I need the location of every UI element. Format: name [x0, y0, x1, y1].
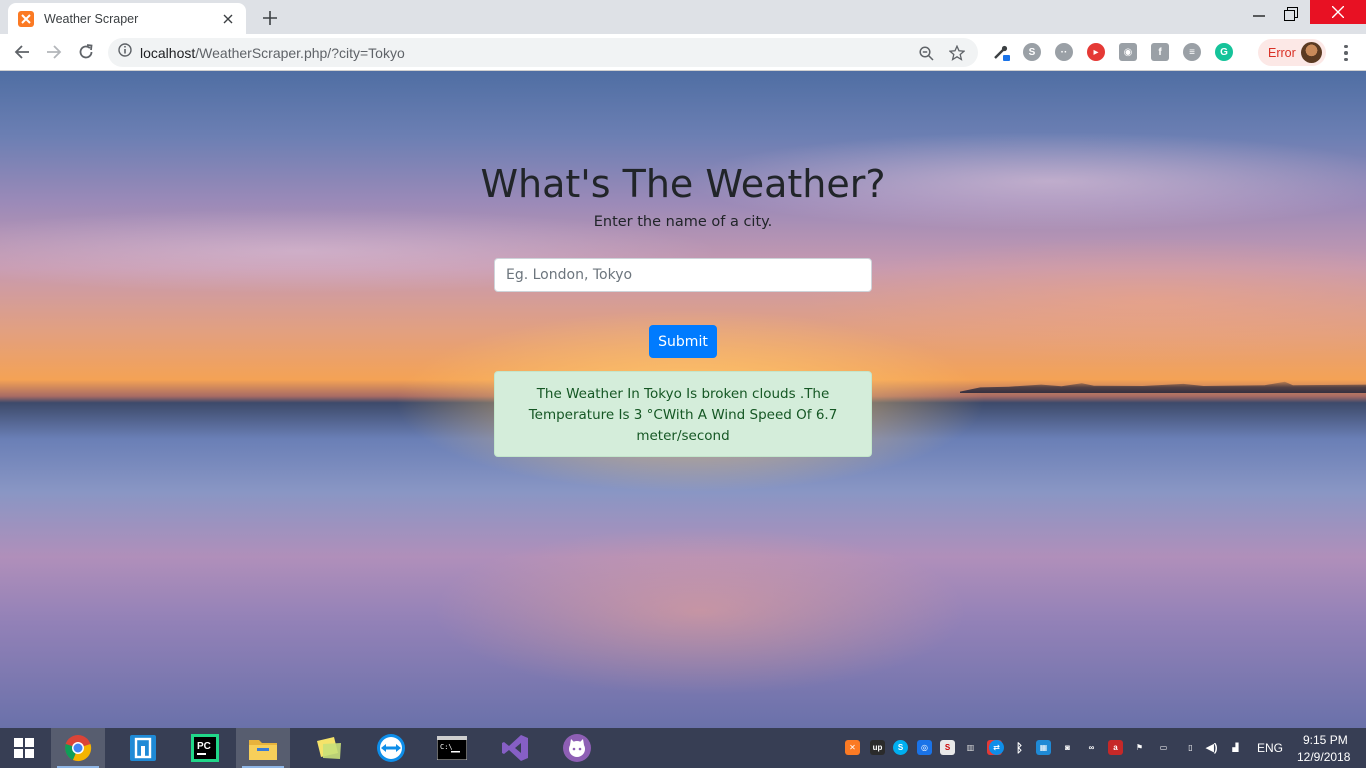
- camera-extension-icon[interactable]: ◉: [1119, 43, 1137, 61]
- tray-skype-icon[interactable]: S: [893, 740, 908, 755]
- url-path: /WeatherScraper.php/?city=Tokyo: [195, 44, 405, 61]
- page-subtitle: Enter the name of a city.: [593, 214, 773, 230]
- clock-time[interactable]: 9:15 PM: [1303, 733, 1348, 747]
- back-button[interactable]: [10, 40, 34, 64]
- tray-camera-icon[interactable]: ◙: [1060, 740, 1075, 755]
- tab-weather-scraper[interactable]: Weather Scraper: [8, 3, 246, 34]
- tray-sumatra-icon[interactable]: S: [940, 740, 955, 755]
- facebook-extension-icon[interactable]: f: [1151, 43, 1169, 61]
- tab-title: Weather Scraper: [44, 11, 139, 26]
- address-bar[interactable]: localhost/WeatherScraper.php/?city=Tokyo: [108, 38, 978, 67]
- reload-button[interactable]: [74, 40, 98, 64]
- tray-xampp-icon[interactable]: ✕: [845, 740, 860, 755]
- eyedropper-extension-icon[interactable]: [992, 43, 1010, 61]
- restore-window-button[interactable]: [1277, 0, 1305, 28]
- profile-avatar: [1301, 42, 1322, 63]
- tray-battery-icon[interactable]: ▯: [1183, 740, 1198, 755]
- weather-result-alert: The Weather In Tokyo Is broken clouds .T…: [494, 371, 872, 457]
- url-text: localhost/WeatherScraper.php/?city=Tokyo: [140, 45, 405, 61]
- pycharm-icon: PC: [191, 734, 219, 762]
- chrome-icon: [65, 735, 92, 762]
- tab-close-icon[interactable]: [220, 11, 236, 27]
- taskbar-chrome[interactable]: [51, 728, 105, 768]
- tray-network-drive-icon[interactable]: ▦: [1036, 740, 1051, 755]
- sticky-notes-icon: [317, 737, 341, 759]
- zoom-icon[interactable]: [917, 44, 935, 62]
- minimize-window-button[interactable]: [1245, 0, 1273, 28]
- taskbar-visual-studio[interactable]: [488, 728, 542, 768]
- tray-link-icon[interactable]: ∞: [1084, 740, 1099, 755]
- tray-antivirus-icon[interactable]: a: [1108, 740, 1123, 755]
- skype-extension-icon[interactable]: S: [1023, 43, 1041, 61]
- page-viewport: What's The Weather? Enter the name of a …: [0, 71, 1366, 728]
- svg-text:PC: PC: [197, 741, 211, 752]
- taskbar-remote-desktop[interactable]: [116, 728, 170, 768]
- profile-error-chip[interactable]: Error: [1258, 39, 1326, 66]
- github-desktop-icon: [563, 734, 591, 762]
- tray-wifi-icon[interactable]: ▟: [1228, 740, 1243, 755]
- windows-logo-icon: [14, 738, 34, 758]
- command-prompt-icon: C:\: [437, 736, 467, 760]
- taskbar-sticky-notes[interactable]: [302, 728, 356, 768]
- error-label: Error: [1268, 45, 1296, 60]
- tray-display-icon[interactable]: ▭: [1156, 740, 1171, 755]
- save-to-pocket-extension-icon[interactable]: ▸: [1087, 43, 1105, 61]
- grammarly-extension-icon[interactable]: G: [1215, 43, 1233, 61]
- tray-sync-icon[interactable]: ◎: [917, 740, 932, 755]
- browser-menu-icon[interactable]: [1336, 43, 1356, 63]
- new-tab-button[interactable]: [259, 7, 281, 29]
- start-button[interactable]: [0, 728, 48, 768]
- tray-bluetooth-icon[interactable]: ᛒ: [1012, 740, 1027, 755]
- taskbar-file-explorer[interactable]: [236, 728, 290, 768]
- folder-icon: [249, 740, 277, 760]
- tray-action-center-flag-icon[interactable]: ⚑: [1132, 740, 1147, 755]
- visual-studio-icon: [502, 735, 528, 761]
- clock-date[interactable]: 12/9/2018: [1297, 750, 1350, 764]
- submit-button[interactable]: Submit: [649, 325, 717, 358]
- bookmark-star-icon[interactable]: [948, 44, 966, 62]
- tray-volume-icon[interactable]: ◀): [1204, 740, 1219, 755]
- tab-strip: Weather Scraper: [0, 0, 1366, 34]
- taskbar-pycharm[interactable]: PC: [178, 728, 232, 768]
- url-host: localhost: [140, 44, 196, 61]
- tray-teamviewer-icon[interactable]: ⇄: [989, 740, 1004, 755]
- remote-desktop-icon: [130, 735, 156, 761]
- discord-extension-icon[interactable]: ··: [1055, 43, 1073, 61]
- teamviewer-icon: [377, 734, 405, 762]
- tray-signal-icon[interactable]: ▥: [963, 740, 978, 755]
- xampp-favicon-icon: [18, 10, 34, 27]
- browser-toolbar: localhost/WeatherScraper.php/?city=Tokyo…: [0, 34, 1366, 71]
- forward-button[interactable]: [42, 40, 66, 64]
- page-title: What's The Weather?: [480, 162, 886, 206]
- close-window-button[interactable]: [1310, 0, 1366, 24]
- taskbar-command-prompt[interactable]: C:\: [425, 728, 479, 768]
- site-info-icon[interactable]: [118, 43, 132, 62]
- city-input[interactable]: [494, 258, 872, 292]
- language-indicator[interactable]: ENG: [1257, 741, 1283, 755]
- taskbar-teamviewer[interactable]: [364, 728, 418, 768]
- tray-upwork-icon[interactable]: up: [870, 740, 885, 755]
- windows-taskbar: PC C:\ ✕ up S ◎ S ▥ ▲ ⇄ ᛒ ▦ ◙ ∞ a ⚑ ▭ ▯ …: [0, 728, 1366, 768]
- svg-text:C:\: C:\: [440, 743, 453, 751]
- taskbar-github-desktop[interactable]: [550, 728, 604, 768]
- circle-extension-icon[interactable]: ≡: [1183, 43, 1201, 61]
